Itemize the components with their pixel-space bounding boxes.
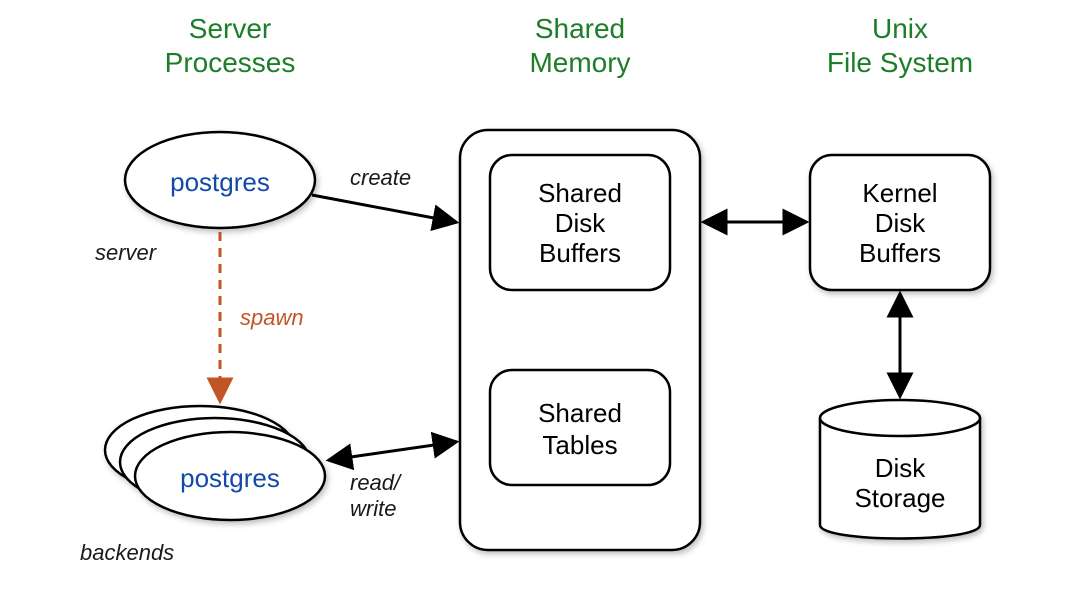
spawn-arrow: spawn (220, 232, 304, 400)
column-title-unix-fs: Unix File System (827, 13, 973, 78)
node-text: Buffers (539, 238, 621, 268)
node-text: Storage (854, 483, 945, 513)
postgres-backends-node: postgres (105, 406, 325, 520)
title-text: Server (189, 13, 271, 44)
title-text: Memory (529, 47, 630, 78)
server-label: server (95, 240, 158, 265)
title-text: File System (827, 47, 973, 78)
postgres-server-node: postgres (125, 132, 315, 228)
node-text: Disk (875, 208, 927, 238)
node-text: postgres (170, 167, 270, 197)
column-title-shared-memory: Shared Memory (529, 13, 630, 78)
node-text: Disk (875, 453, 927, 483)
node-text: Shared (538, 178, 622, 208)
node-text: Disk (555, 208, 607, 238)
spawn-label: spawn (240, 305, 304, 330)
node-text: Shared (538, 398, 622, 428)
create-label: create (350, 165, 411, 190)
architecture-diagram: Server Processes Shared Memory Unix File… (0, 0, 1080, 598)
kernel-disk-buffers-node: Kernel Disk Buffers (810, 155, 990, 290)
title-text: Shared (535, 13, 625, 44)
create-arrow: create (312, 165, 455, 222)
node-text: postgres (180, 463, 280, 493)
title-text: Processes (165, 47, 296, 78)
title-text: Unix (872, 13, 928, 44)
shared-tables-node: Shared Tables (490, 370, 670, 485)
node-text: Tables (542, 430, 617, 460)
node-text: Buffers (859, 238, 941, 268)
column-title-server-processes: Server Processes (165, 13, 296, 78)
backends-label: backends (80, 540, 174, 565)
shared-disk-buffers-node: Shared Disk Buffers (490, 155, 670, 290)
read-write-arrow: read/ write (330, 442, 455, 521)
disk-storage-node: Disk Storage (820, 400, 980, 539)
node-text: Kernel (862, 178, 937, 208)
read-write-label-l1: read/ (350, 470, 402, 495)
read-write-label-l2: write (350, 496, 396, 521)
